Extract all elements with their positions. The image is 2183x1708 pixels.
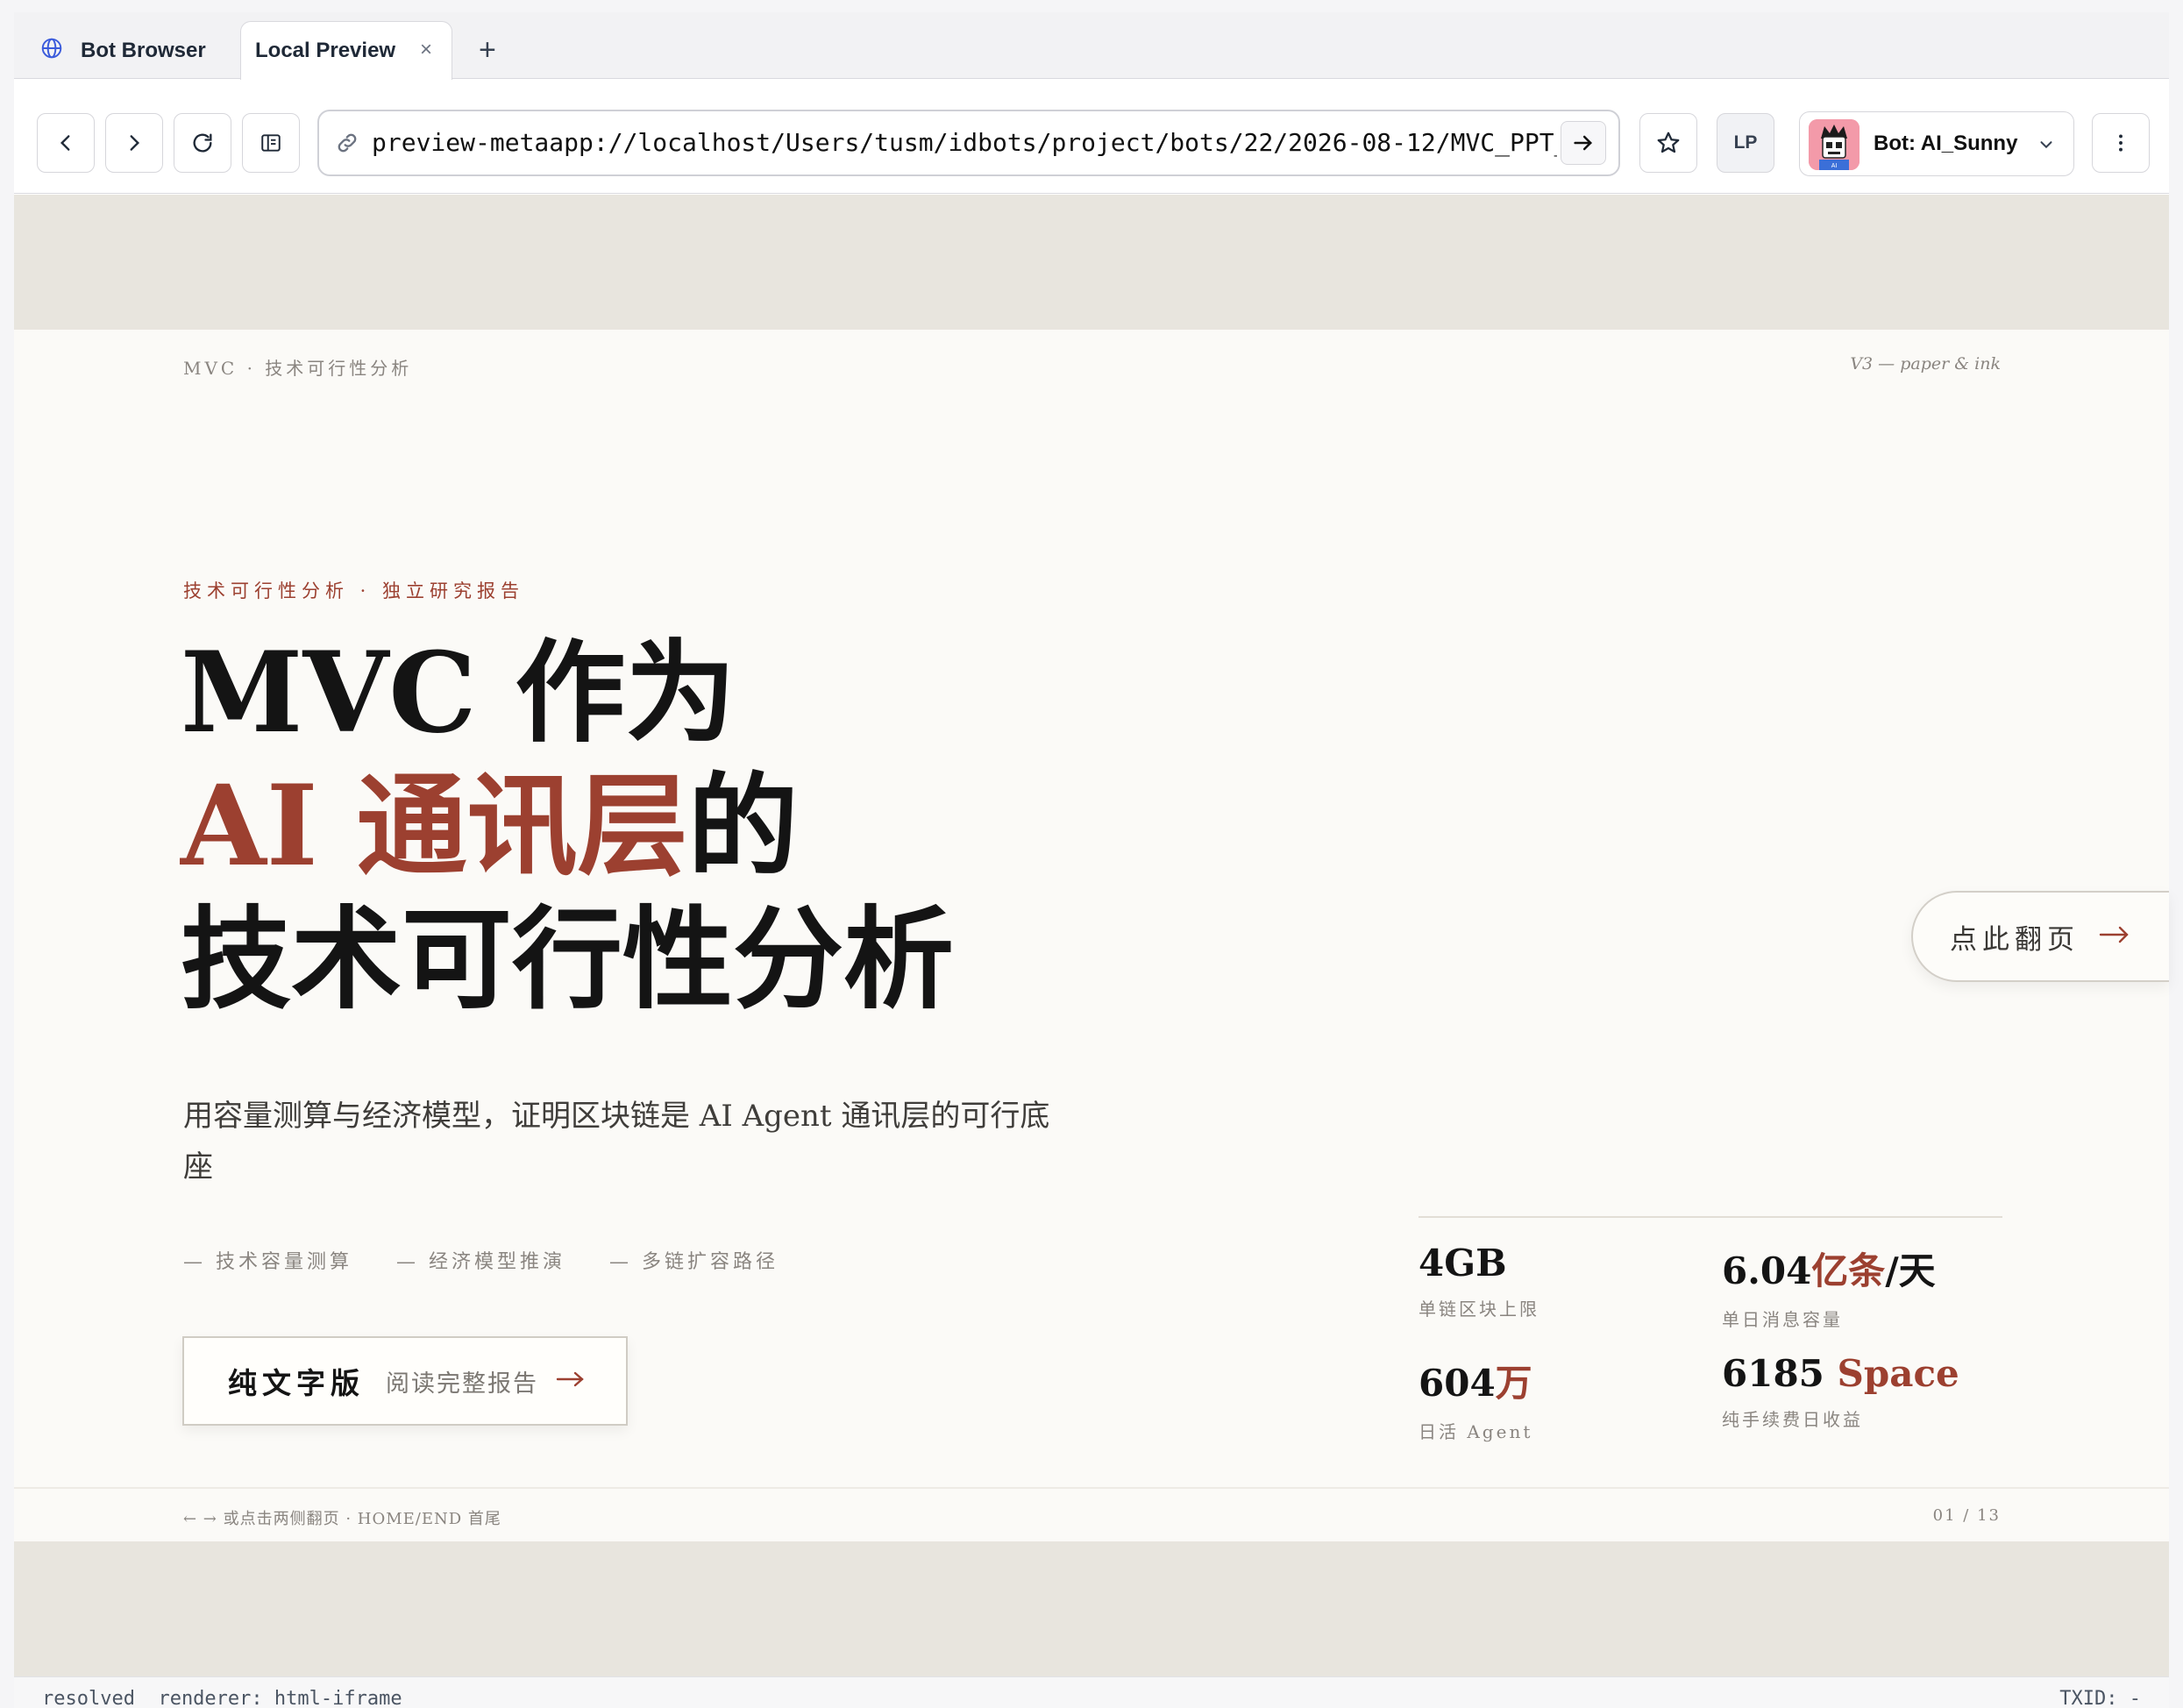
stat-block-agents: 604万 日活 Agent	[1419, 1354, 1532, 1443]
stat-value: 6185 Space	[1722, 1352, 1959, 1395]
stat-value: 6.04亿条/天	[1722, 1249, 1936, 1292]
cta-secondary-label: 阅读完整报告	[386, 1370, 538, 1398]
page-viewport: MVC · 技术可行性分析 V3 — paper & ink 技术可行性分析 ·…	[14, 195, 2169, 1676]
tag-item: — 多链扩容路径	[609, 1251, 779, 1273]
eyebrow: 技术可行性分析 · 独立研究报告	[183, 580, 525, 601]
bot-selector[interactable]: AI Bot: AI_Sunny	[1799, 111, 2074, 176]
tag-item: — 技术容量测算	[183, 1251, 352, 1273]
subtitle: 用容量测算与经济模型，证明区块链是 AI Agent 通讯层的可行底座	[183, 1099, 1050, 1185]
more-menu-button[interactable]	[2092, 113, 2150, 173]
headline-line-2-rest: 的	[687, 761, 799, 891]
tag-list: — 技术容量测算 — 经济模型推演 — 多链扩容路径	[183, 1246, 779, 1274]
bot-avatar: AI	[1809, 119, 1859, 170]
navigation-hint: ← → 或点击两侧翻页 · HOME/END 首尾	[183, 1510, 501, 1528]
tab-label: Local Preview	[255, 39, 396, 62]
stat-label: 单链区块上限	[1419, 1299, 1539, 1320]
profile-badge[interactable]: LP	[1717, 113, 1774, 173]
read-report-button[interactable]: 纯文字版 阅读完整报告	[182, 1336, 628, 1426]
headline-line-1: MVC 作为	[181, 628, 736, 758]
reload-button[interactable]	[174, 113, 231, 173]
tag-item: — 经济模型推演	[396, 1251, 565, 1273]
stats-divider	[1419, 1216, 2002, 1218]
toolbar: preview-metaapp://localhost/Users/tusm/i…	[14, 80, 2169, 194]
chevron-left-icon	[60, 135, 70, 151]
reload-icon	[193, 133, 212, 153]
stat-label: 单日消息容量	[1722, 1309, 1843, 1330]
headline-line-3: 技术可行性分析	[181, 894, 954, 1024]
svg-text:AI: AI	[1831, 163, 1838, 169]
back-button[interactable]	[37, 113, 95, 173]
forward-button[interactable]	[105, 113, 163, 173]
next-page-label: 点此翻页	[1950, 923, 2080, 956]
txid-status: TXID: -	[2059, 1688, 2141, 1708]
stat-value: 4GB	[1419, 1242, 1507, 1285]
arrow-right-icon	[556, 1370, 586, 1392]
page-indicator: 01 / 13	[1932, 1506, 2001, 1525]
chevron-right-icon	[130, 135, 140, 151]
next-page-button[interactable]: 点此翻页	[1911, 891, 2169, 982]
link-icon	[335, 131, 359, 160]
headline: MVC 作为 AI 通讯层的 技术可行性分析	[181, 626, 954, 1026]
globe-icon	[40, 37, 63, 64]
stat-block-revenue: 6185 Space 纯手续费日收益	[1722, 1352, 1959, 1431]
more-vertical-icon	[2119, 134, 2123, 152]
tab-local-preview[interactable]: Local Preview ×	[240, 21, 452, 80]
headline-line-2: AI 通讯层的	[181, 759, 954, 893]
slide-header-left: MVC · 技术可行性分析	[183, 358, 413, 379]
star-icon	[1657, 132, 1680, 153]
tab-bar: Bot Browser Local Preview × +	[14, 12, 2169, 80]
bot-selector-label: Bot: AI_Sunny	[1874, 132, 2018, 155]
status-bar: resolved renderer: html-iframe TXID: -	[14, 1676, 2169, 1708]
tab-label: Bot Browser	[81, 38, 206, 62]
sidebar-toggle-button[interactable]	[242, 113, 300, 173]
slide-header-right: V3 — paper & ink	[1850, 354, 2001, 374]
tab-bot-browser[interactable]: Bot Browser	[26, 21, 244, 80]
address-input[interactable]: preview-metaapp://localhost/Users/tusm/i…	[372, 111, 1557, 174]
headline-accent: AI 通讯层	[181, 761, 688, 891]
go-button[interactable]	[1561, 121, 1606, 165]
stat-block-messages: 6.04亿条/天 单日消息容量	[1722, 1242, 1936, 1331]
stat-block-capacity: 4GB 单链区块上限	[1419, 1242, 1539, 1320]
arrow-right-icon	[1574, 135, 1592, 151]
browser-window: Bot Browser Local Preview × + preview-me…	[14, 12, 2169, 1708]
sidebar-icon	[261, 134, 281, 152]
close-icon[interactable]: ×	[420, 39, 432, 60]
new-tab-button[interactable]: +	[479, 35, 496, 65]
cta-primary-label: 纯文字版	[228, 1366, 365, 1400]
stat-label: 日活 Agent	[1419, 1421, 1533, 1442]
slide-footer: ← → 或点击两侧翻页 · HOME/END 首尾 01 / 13	[14, 1487, 2169, 1541]
bookmark-button[interactable]	[1639, 113, 1697, 173]
chevron-down-icon	[2037, 135, 2056, 159]
arrow-right-icon	[2099, 925, 2130, 949]
slide: MVC · 技术可行性分析 V3 — paper & ink 技术可行性分析 ·…	[14, 330, 2169, 1541]
stat-value: 604万	[1419, 1362, 1532, 1405]
stat-label: 纯手续费日收益	[1722, 1409, 1863, 1430]
address-bar[interactable]: preview-metaapp://localhost/Users/tusm/i…	[317, 110, 1620, 176]
status-left: resolved renderer: html-iframe	[42, 1688, 402, 1708]
